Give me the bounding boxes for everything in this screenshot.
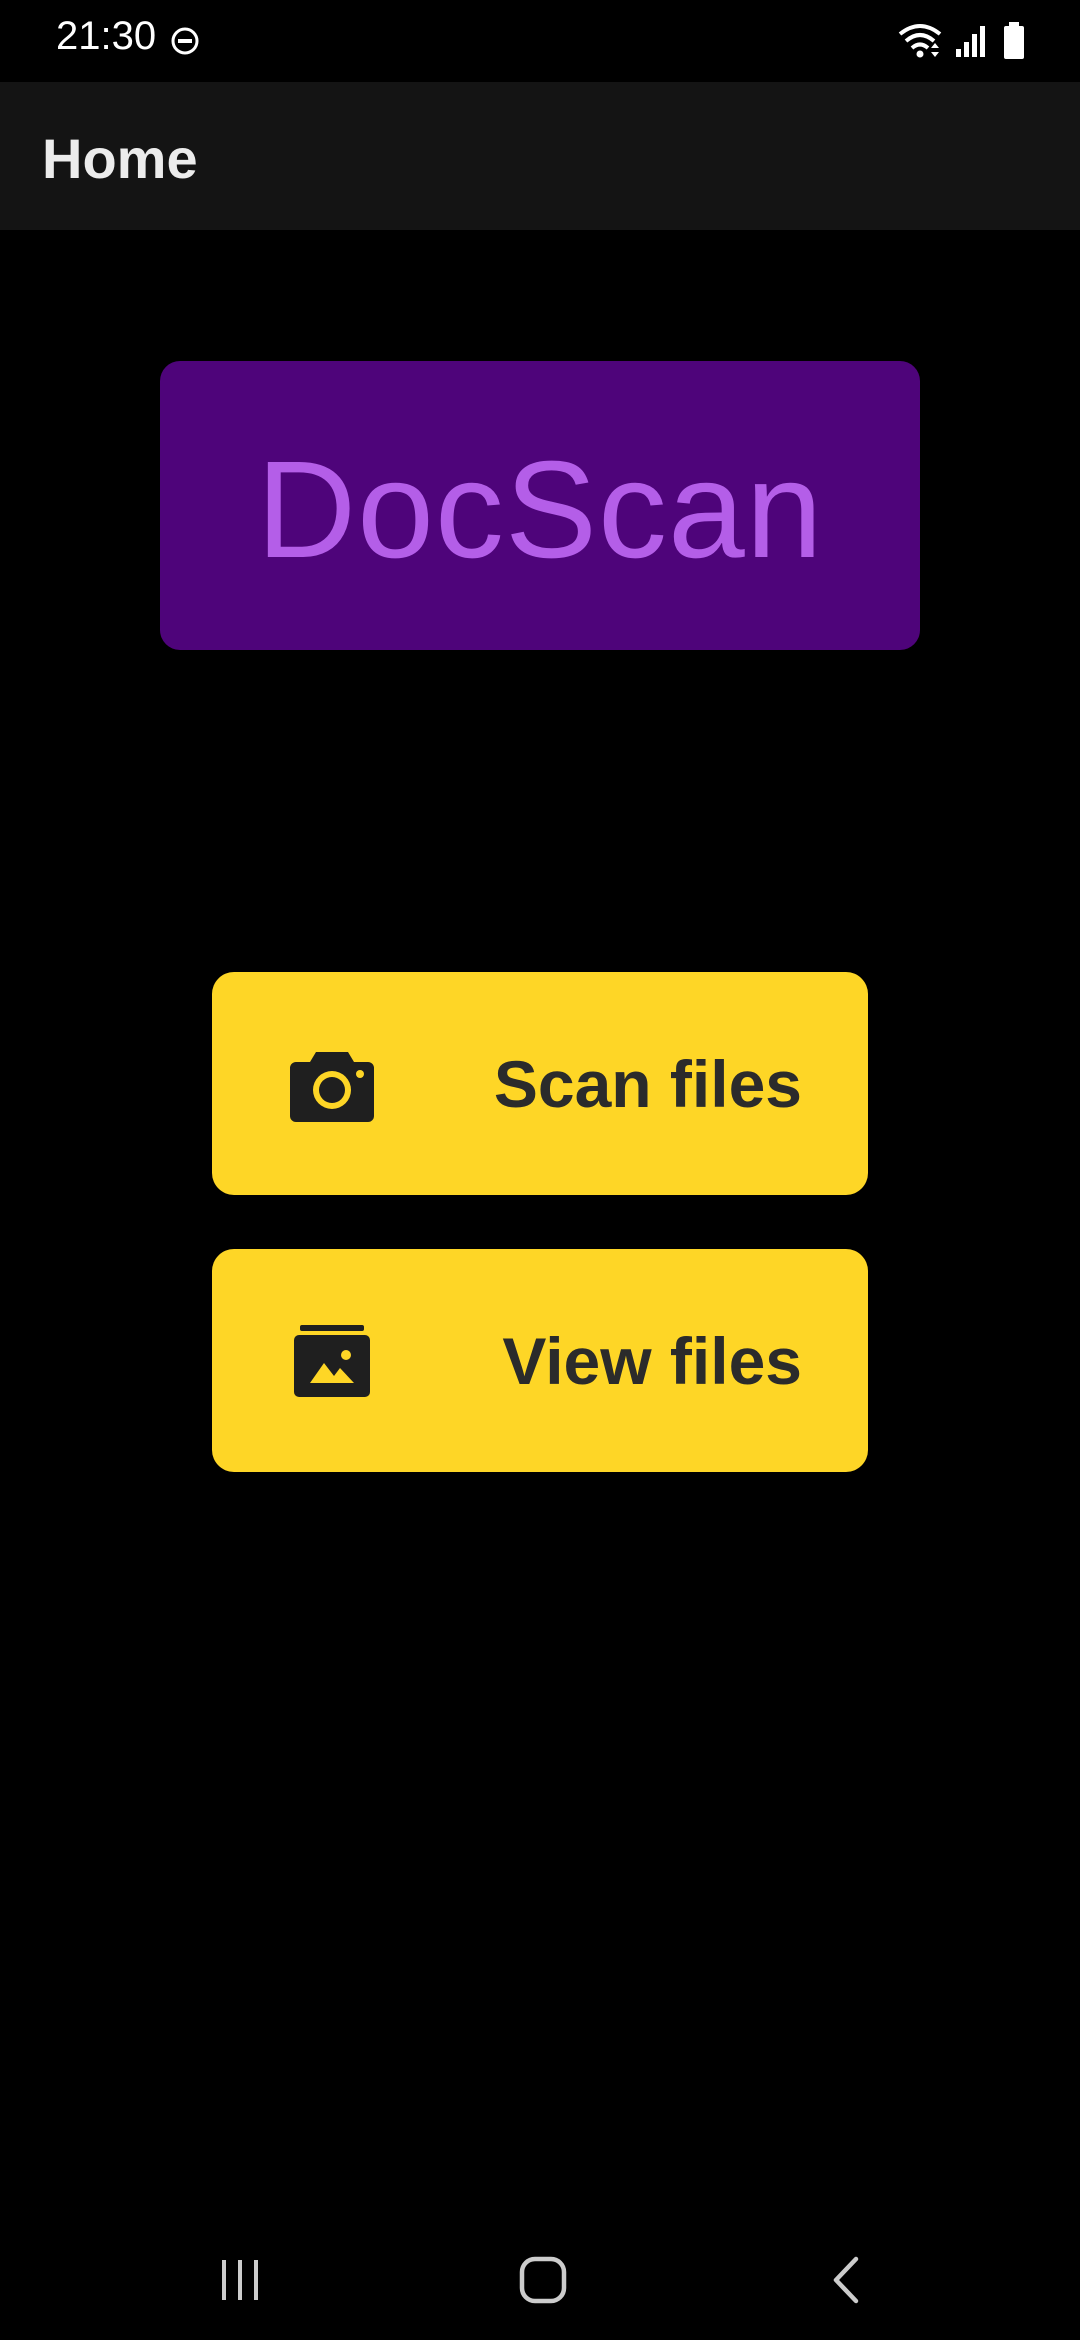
view-files-button[interactable]: View files [212, 1249, 868, 1472]
back-button[interactable] [806, 2250, 886, 2310]
status-time: 21:30 [56, 14, 157, 58]
do-not-disturb-icon [171, 27, 199, 55]
screen: 21:30 Home DocScan Scan files View files [0, 0, 1080, 2340]
back-icon [833, 2256, 859, 2304]
scan-files-button[interactable]: Scan files [212, 972, 868, 1195]
status-bar: 21:30 [0, 0, 1080, 82]
photo-album-icon [294, 1325, 370, 1397]
app-bar: Home [0, 82, 1080, 230]
recents-icon [222, 2260, 258, 2300]
wifi-icon [898, 24, 942, 58]
camera-icon [290, 1052, 374, 1122]
status-icons [898, 20, 1026, 62]
recents-button[interactable] [200, 2250, 280, 2310]
system-nav-bar [0, 2220, 1080, 2340]
home-button[interactable] [503, 2250, 583, 2310]
logo-text: DocScan [256, 433, 824, 587]
scan-files-label: Scan files [493, 1046, 802, 1121]
signal-icon [956, 26, 985, 57]
home-icon [519, 2256, 567, 2304]
battery-icon [1004, 22, 1024, 59]
app-logo: DocScan [160, 361, 920, 650]
view-files-label: View files [502, 1323, 802, 1398]
page-title: Home [42, 127, 198, 190]
